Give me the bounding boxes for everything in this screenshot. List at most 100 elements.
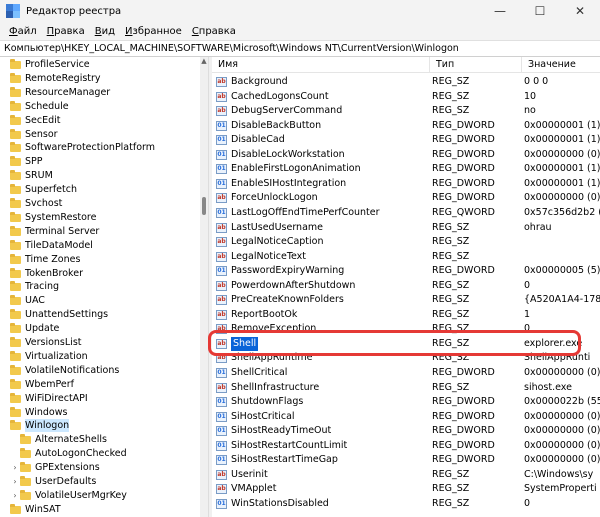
chevron-right-icon[interactable]: ›	[10, 475, 20, 488]
value-name: PowerdownAfterShutdown	[231, 279, 356, 291]
column-type[interactable]: Тип	[430, 57, 522, 73]
tree-item[interactable]: Tracing	[0, 280, 59, 293]
string-value-icon: ab	[216, 295, 227, 306]
column-value[interactable]: Значение	[522, 57, 600, 73]
tree-item[interactable]: Time Zones	[0, 253, 80, 266]
menu-edit[interactable]: Правка	[42, 26, 90, 37]
tree-item[interactable]: VolatileNotifications	[0, 364, 119, 377]
tree-scrollbar[interactable]: ▲	[200, 57, 208, 517]
address-bar[interactable]: Компьютер\HKEY_LOCAL_MACHINE\SOFTWARE\Mi…	[0, 40, 600, 57]
value-row[interactable]: 01 EnableFirstLogonAnimation REG_DWORD 0x00…	[212, 162, 600, 177]
menu-file[interactable]: Файл	[4, 26, 42, 37]
tree-item[interactable]: Schedule	[0, 100, 69, 113]
value-row[interactable]: ab ForceUnlockLogon REG_DWORD 0x00000000 (0…	[212, 191, 600, 206]
tree-item[interactable]: TileDataModel	[0, 239, 93, 252]
tree-item[interactable]: AlternateShells	[10, 433, 107, 446]
value-type: REG_SZ	[432, 483, 470, 495]
value-row[interactable]: ab LastUsedUsername REG_SZ ohrau	[212, 221, 600, 236]
value-row[interactable]: 01 DisableCad REG_DWORD 0x00000001 (1)	[212, 133, 600, 148]
value-row[interactable]: ab PreCreateKnownFolders REG_SZ {A520A1A4-1…	[212, 293, 600, 308]
value-row[interactable]: 01 ShellCritical REG_DWORD 0x00000000 (0)	[212, 366, 600, 381]
tree-item[interactable]: Terminal Server	[0, 225, 99, 238]
value-row[interactable]: ab ShellInfrastructure REG_SZ sihost.exe	[212, 381, 600, 396]
menu-help[interactable]: Справка	[187, 26, 241, 37]
value-name: DisableBackButton	[231, 119, 322, 131]
value-row[interactable]: 01 WinStationsDisabled REG_SZ 0	[212, 497, 600, 512]
value-type: REG_DWORD	[432, 119, 495, 131]
folder-icon	[10, 59, 21, 70]
minimize-button[interactable]: —	[480, 0, 520, 22]
tree-item[interactable]: Update	[0, 322, 59, 335]
tree-item[interactable]: › GPExtensions	[10, 461, 100, 474]
tree-item[interactable]: SRUM	[0, 169, 53, 182]
value-row[interactable]: 01 SiHostRestartCountLimit REG_DWORD 0x0000…	[212, 439, 600, 454]
value-row[interactable]: ab Userinit REG_SZ C:\Windows\sy	[212, 468, 600, 483]
key-tree[interactable]: ProfileService RemoteRegistry ResourceMana…	[0, 57, 200, 517]
tree-item-label: TileDataModel	[25, 239, 93, 251]
value-row[interactable]: 01 PasswordExpiryWarning REG_DWORD 0x000000…	[212, 264, 600, 279]
tree-item-label: VolatileNotifications	[25, 364, 120, 376]
value-row[interactable]: 01 DisableLockWorkstation REG_DWORD 0x00000…	[212, 148, 600, 163]
value-row[interactable]: 01 DisableBackButton REG_DWORD 0x00000001 (…	[212, 119, 600, 134]
tree-item[interactable]: RemoteRegistry	[0, 72, 101, 85]
tree-item-label: SoftwareProtectionPlatform	[25, 142, 156, 154]
menu-view[interactable]: Вид	[90, 26, 120, 37]
tree-item[interactable]: SoftwareProtectionPlatform	[0, 141, 155, 154]
tree-item[interactable]: ResourceManager	[0, 86, 110, 99]
tree-item[interactable]: › UserDefaults	[10, 475, 96, 488]
value-row[interactable]: 01 EnableSIHostIntegration REG_DWORD 0x0000…	[212, 177, 600, 192]
value-type: REG_SZ	[432, 308, 470, 320]
value-data: 0x00000000 (0)	[524, 454, 600, 466]
tree-item[interactable]: Svchost	[0, 197, 62, 210]
value-row[interactable]: ab LegalNoticeCaption REG_SZ	[212, 235, 600, 250]
tree-item[interactable]: SecEdit	[0, 114, 61, 127]
value-row[interactable]: ab VMApplet REG_SZ SystemProperti	[212, 482, 600, 497]
tree-item[interactable]: Superfetch	[0, 183, 77, 196]
value-type: REG_DWORD	[432, 410, 495, 422]
chevron-right-icon[interactable]: ›	[10, 489, 20, 502]
folder-icon	[10, 142, 21, 153]
maximize-button[interactable]: ☐	[520, 0, 560, 22]
menu-favorites[interactable]: Избранное	[120, 26, 187, 37]
title-bar: Редактор реестра — ☐ ✕	[0, 0, 600, 22]
tree-item[interactable]: Sensor	[0, 128, 58, 141]
chevron-right-icon[interactable]: ›	[10, 461, 20, 474]
value-data: no	[524, 105, 536, 117]
tree-item[interactable]: › VolatileUserMgrKey	[10, 489, 127, 502]
scroll-thumb[interactable]	[202, 197, 206, 215]
tree-item[interactable]: Winlogon	[0, 419, 70, 433]
scroll-up-icon[interactable]: ▲	[200, 57, 208, 67]
tree-item[interactable]: Windows	[0, 406, 67, 419]
value-row[interactable]: 01 LastLogOffEndTimePerfCounter REG_QWORD 0…	[212, 206, 600, 221]
binary-value-icon: 01	[216, 120, 227, 131]
tree-item[interactable]: Virtualization	[0, 350, 88, 363]
value-type: REG_SZ	[432, 221, 470, 233]
tree-item[interactable]: SPP	[0, 155, 43, 168]
value-row[interactable]: ab DebugServerCommand REG_SZ no	[212, 104, 600, 119]
tree-item[interactable]: WinSAT	[0, 503, 61, 516]
value-name: ShellInfrastructure	[231, 381, 320, 393]
tree-item[interactable]: VersionsList	[0, 336, 82, 349]
tree-item[interactable]: AutoLogonChecked	[10, 447, 127, 460]
value-row[interactable]: 01 SiHostCritical REG_DWORD 0x00000000 (0)	[212, 410, 600, 425]
value-row[interactable]: ab LegalNoticeText REG_SZ	[212, 250, 600, 265]
close-button[interactable]: ✕	[560, 0, 600, 22]
column-name[interactable]: Имя	[212, 57, 430, 73]
tree-item[interactable]: ProfileService	[0, 58, 90, 71]
tree-item[interactable]: UnattendSettings	[0, 308, 108, 321]
value-data: 0x00000001 (1)	[524, 134, 600, 146]
value-row[interactable]: ab ReportBootOk REG_SZ 1	[212, 308, 600, 323]
value-row[interactable]: 01 ShutdownFlags REG_DWORD 0x0000022b (55	[212, 395, 600, 410]
value-row[interactable]: 01 SiHostReadyTimeOut REG_DWORD 0x00000000 …	[212, 424, 600, 439]
value-row[interactable]: ab CachedLogonsCount REG_SZ 10	[212, 90, 600, 105]
value-row[interactable]: 01 SiHostRestartTimeGap REG_DWORD 0x0000000…	[212, 453, 600, 468]
tree-item[interactable]: SystemRestore	[0, 211, 96, 224]
value-row[interactable]: ab PowerdownAfterShutdown REG_SZ 0	[212, 279, 600, 294]
tree-item-label: RemoteRegistry	[25, 72, 101, 84]
value-row[interactable]: ab Background REG_SZ 0 0 0	[212, 75, 600, 90]
value-data: 0x00000001 (1)	[524, 163, 600, 175]
tree-item[interactable]: WiFiDirectAPI	[0, 392, 88, 405]
tree-item[interactable]: UAC	[0, 294, 45, 307]
tree-item[interactable]: TokenBroker	[0, 267, 83, 280]
tree-item[interactable]: WbemPerf	[0, 378, 74, 391]
